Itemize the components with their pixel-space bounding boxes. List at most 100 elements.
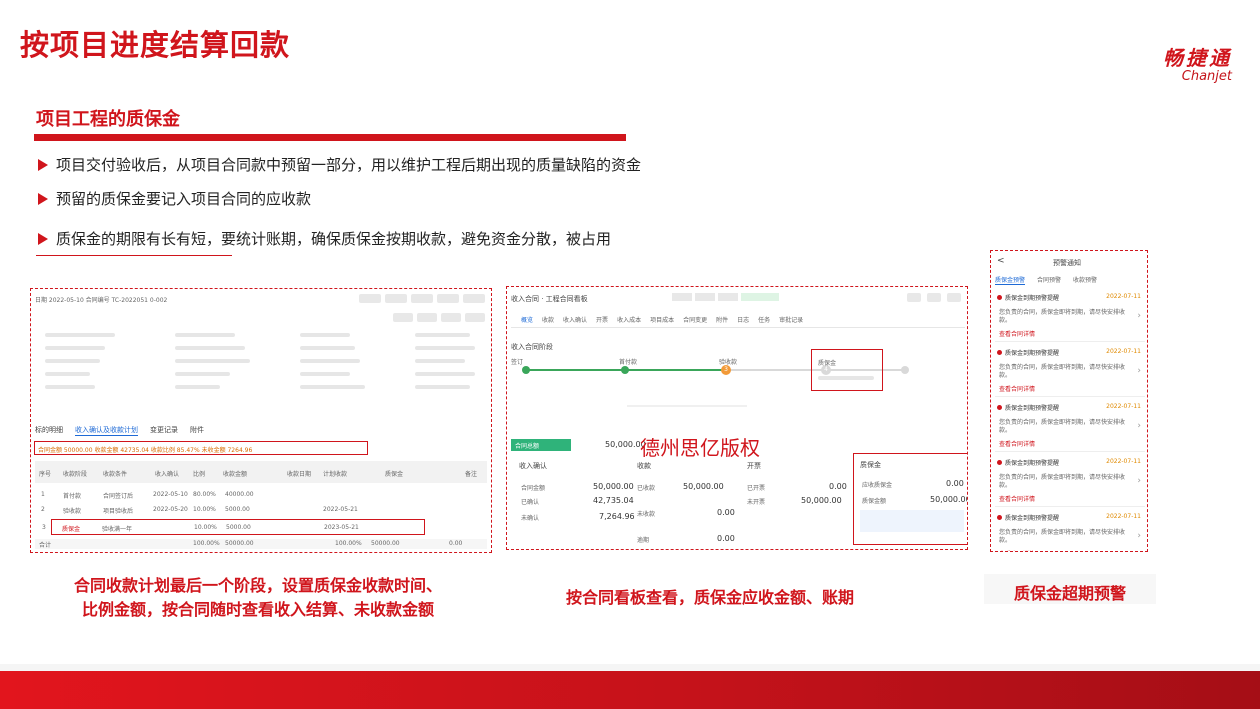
footer-shadow [0, 664, 1260, 671]
alert-text: 您负责的合同，质保金即将到期，请尽快安排收款。 [999, 419, 1126, 434]
action-button[interactable] [441, 313, 461, 322]
alert-title: 质保金到期预警提醒 [1005, 515, 1060, 522]
timeline-title: 收入合同阶段 [511, 343, 553, 351]
contract-header-info: 日期 2022-05-10 合同编号 TC-2022051 0-002 [35, 297, 168, 304]
tab-payment-alert[interactable]: 收款预警 [1073, 275, 1097, 285]
contract-board-panel: 收入合同 · 工程合同看板 概览 收款 收入确认 开票 收入成本 项目成本 合同… [506, 286, 968, 550]
board-status-badges [672, 293, 779, 301]
triangle-bullet-icon [38, 159, 48, 171]
caption-left-line2: 比例金额，按合同随时查看收入结算、未收款金额 [81, 600, 434, 619]
board-toolbar [907, 293, 961, 302]
toolbar-button[interactable] [437, 294, 459, 303]
alert-item[interactable]: 质保金到期预警提醒 2022-07-11 您负责的合同，质保金即将到期，请尽快安排收… [995, 511, 1145, 551]
alert-dot-icon [997, 405, 1002, 410]
income-plan-table: 序号 收款阶段 收款条件 收入确认 比例 收款金额 收款日期 计划收款 质保金 … [35, 461, 487, 549]
toolbar-button[interactable] [359, 294, 381, 303]
tab-payment[interactable]: 收款 [542, 315, 554, 324]
alert-title: 质保金到期预警提醒 [1005, 350, 1060, 357]
alert-date: 2022-07-11 [1106, 293, 1141, 300]
action-button[interactable] [465, 313, 485, 322]
income-card: 收入确认 合同金额 50,000.00 已确认 42,735.04 未确认 7,… [519, 462, 635, 522]
table-total-row: 合计 100.00% 50000.00 100.00% 50000.00 0.0… [35, 539, 487, 549]
tab-attachment[interactable]: 附件 [716, 315, 728, 324]
warranty-card-highlight: 质保金 应收质保金 0.00 质保金额 50,000.00 [853, 453, 967, 545]
alert-item[interactable]: 质保金到期预警提醒 2022-07-11 您负责的合同，质保金即将到期，请尽快安排收… [995, 291, 1145, 342]
invoice-card: 开票 已开票 0.00 未开票 50,000.00 [747, 462, 847, 506]
alert-item[interactable]: 质保金到期预警提醒 2022-07-11 您负责的合同，质保金即将到期，请尽快安排收… [995, 346, 1145, 397]
bullet-item: 质保金的期限有长有短，要统计账期，确保质保金按期收款，避免资金分散，被占用 [38, 228, 611, 249]
board-tool-button[interactable] [947, 293, 961, 302]
alert-date: 2022-07-11 [1106, 348, 1141, 355]
toolbar-button[interactable] [385, 294, 407, 303]
action-button[interactable] [393, 313, 413, 322]
timeline-node-active: 3 [721, 365, 731, 375]
logo-english: Chanjet [1181, 69, 1232, 84]
alert-link[interactable]: 查看合同详情 [999, 549, 1035, 551]
alert-date: 2022-07-11 [1106, 513, 1141, 520]
timeline-segment-done [625, 369, 725, 371]
chevron-right-icon: › [1137, 476, 1141, 486]
tab-log[interactable]: 日志 [737, 315, 749, 324]
warranty-row-highlight: 3 质保金 验收满一年 10.00% 5000.00 2023-05-21 [42, 519, 425, 535]
alert-link[interactable]: 查看合同详情 [999, 384, 1035, 393]
contract-form-fields [45, 333, 485, 401]
timeline-node [522, 366, 530, 374]
tab-project-cost[interactable]: 项目成本 [650, 315, 674, 324]
tab-change-log[interactable]: 变更记录 [150, 425, 178, 436]
tab-change[interactable]: 合同变更 [683, 315, 707, 324]
chevron-right-icon: › [1137, 366, 1141, 376]
tab-approval[interactable]: 审批记录 [779, 315, 803, 324]
contract-action-buttons [393, 313, 485, 322]
table-header: 序号 收款阶段 收款条件 收入确认 比例 收款金额 收款日期 计划收款 质保金 … [35, 461, 487, 483]
contract-screenshot-panel: 日期 2022-05-10 合同编号 TC-2022051 0-002 标的明细… [30, 288, 492, 553]
action-button[interactable] [417, 313, 437, 322]
tab-task[interactable]: 任务 [758, 315, 770, 324]
toolbar-button[interactable] [463, 294, 485, 303]
tab-income-cost[interactable]: 收入成本 [617, 315, 641, 324]
section-title: 项目工程的质保金 [36, 109, 180, 130]
alert-header: 预警通知 [1053, 259, 1081, 267]
copyright-watermark: 德州思亿版权 [640, 436, 760, 460]
alert-link[interactable]: 查看合同详情 [999, 494, 1035, 503]
tab-income-plan[interactable]: 收入确认及收款计划 [75, 425, 138, 436]
tab-warranty-alert[interactable]: 质保金预警 [995, 275, 1026, 285]
board-header: 收入合同 · 工程合同看板 [511, 295, 588, 303]
board-tool-button[interactable] [907, 293, 921, 302]
alert-list: 质保金到期预警提醒 2022-07-11 您负责的合同，质保金即将到期，请尽快安排收… [995, 291, 1145, 551]
timeline-node [901, 366, 909, 374]
timeline-segment-done [525, 369, 625, 371]
tab-contract-alert[interactable]: 合同预警 [1037, 275, 1061, 285]
table-row: 1 首付款 合同签订后 2022-05-10 80.00% 40000.00 [41, 491, 254, 500]
logo-chinese: 畅捷通 [1163, 46, 1232, 70]
back-icon[interactable]: < [997, 256, 1005, 266]
alert-item[interactable]: 质保金到期预警提醒 2022-07-11 您负责的合同，质保金即将到期，请尽快安排收… [995, 401, 1145, 452]
tab-item-detail[interactable]: 标的明细 [35, 425, 63, 436]
alert-screenshot-panel: < 预警通知 质保金预警 合同预警 收款预警 质保金到期预警提醒 2022-07-… [990, 250, 1148, 552]
toolbar-button[interactable] [411, 294, 433, 303]
tab-overview[interactable]: 概览 [521, 315, 533, 324]
caption-middle: 按合同看板查看，质保金应收金额、账期 [565, 588, 854, 607]
tab-attachments[interactable]: 附件 [190, 425, 204, 436]
alert-date: 2022-07-11 [1106, 458, 1141, 465]
bullet-item: 预留的质保金要记入项目合同的应收款 [38, 188, 311, 209]
alert-title: 质保金到期预警提醒 [1005, 295, 1060, 302]
alert-link[interactable]: 查看合同详情 [999, 329, 1035, 338]
tab-income[interactable]: 收入确认 [563, 315, 587, 324]
alert-link[interactable]: 查看合同详情 [999, 439, 1035, 448]
caption-right: 质保金超期预警 [1013, 584, 1126, 603]
table-row: 2 验收款 项目验收后 2022-05-20 10.00% 5000.00 20… [41, 506, 358, 515]
board-tabs: 概览 收款 收入确认 开票 收入成本 项目成本 合同变更 附件 日志 任务 审批… [521, 315, 803, 324]
alert-tabs: 质保金预警 合同预警 收款预警 [995, 275, 1097, 285]
alert-text: 您负责的合同，质保金即将到期，请尽快安排收款。 [999, 364, 1126, 379]
triangle-bullet-icon [38, 193, 48, 205]
alert-item[interactable]: 质保金到期预警提醒 2022-07-11 您负责的合同，质保金即将到期，请尽快安排收… [995, 456, 1145, 507]
contract-tabs: 标的明细 收入确认及收款计划 变更记录 附件 [35, 425, 204, 436]
alert-text: 您负责的合同，质保金即将到期，请尽快安排收款。 [999, 474, 1126, 489]
alert-date: 2022-07-11 [1106, 403, 1141, 410]
bullet-underline [36, 255, 232, 256]
payment-card: 收款 已收款 50,000.00 未收款 0.00 逾期 0.00 [637, 462, 735, 544]
timeline-node [621, 366, 629, 374]
board-summary-tab[interactable]: 合同总额 [511, 439, 571, 451]
tab-invoice[interactable]: 开票 [596, 315, 608, 324]
board-tool-button[interactable] [927, 293, 941, 302]
